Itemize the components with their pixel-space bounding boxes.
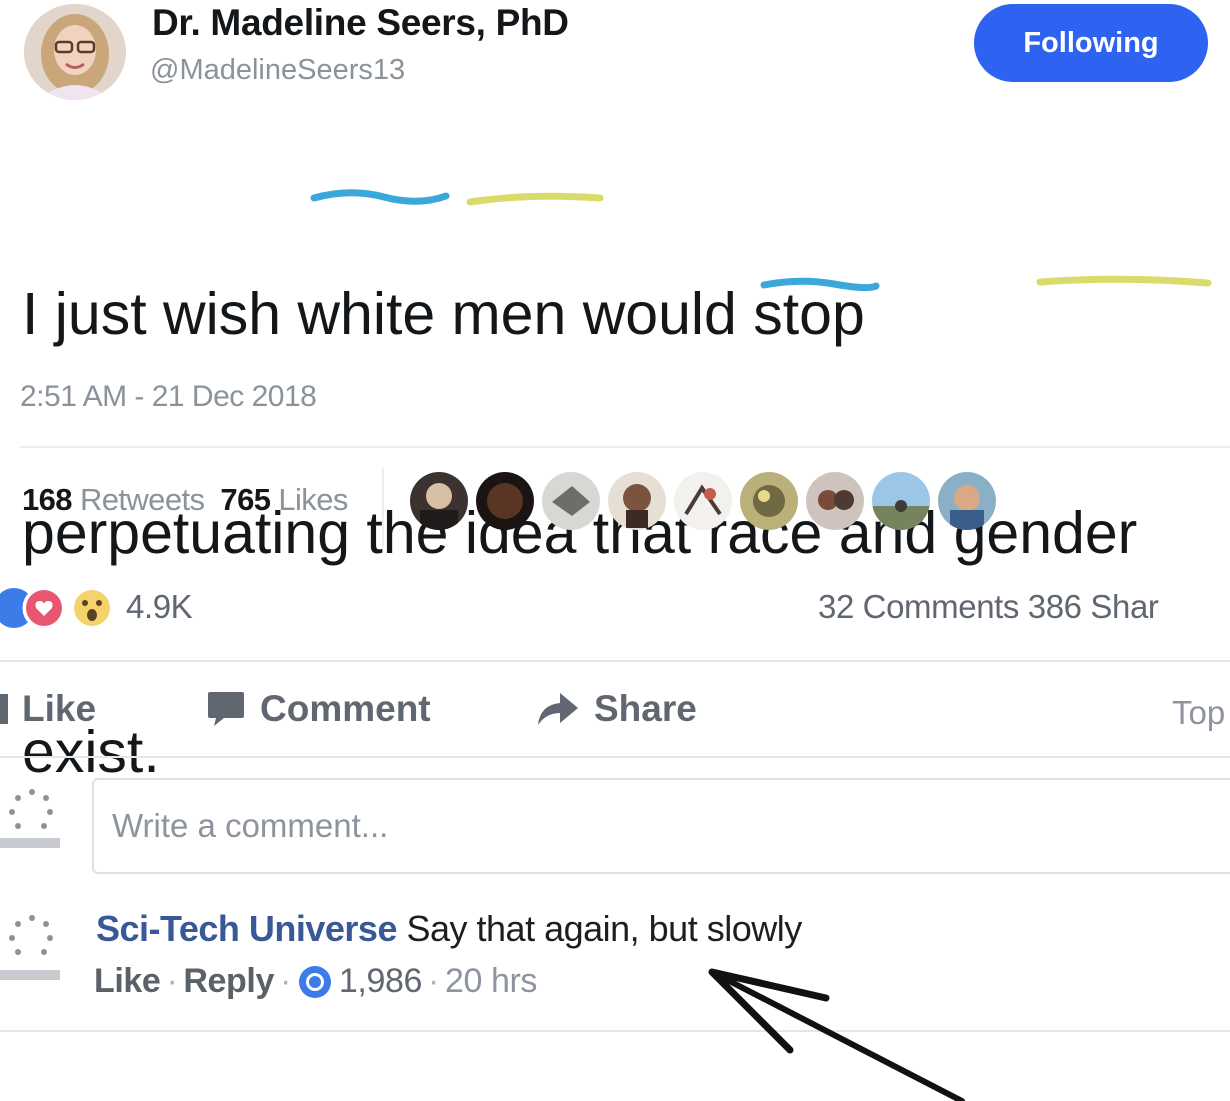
pointing-arrow-icon <box>708 968 965 1101</box>
